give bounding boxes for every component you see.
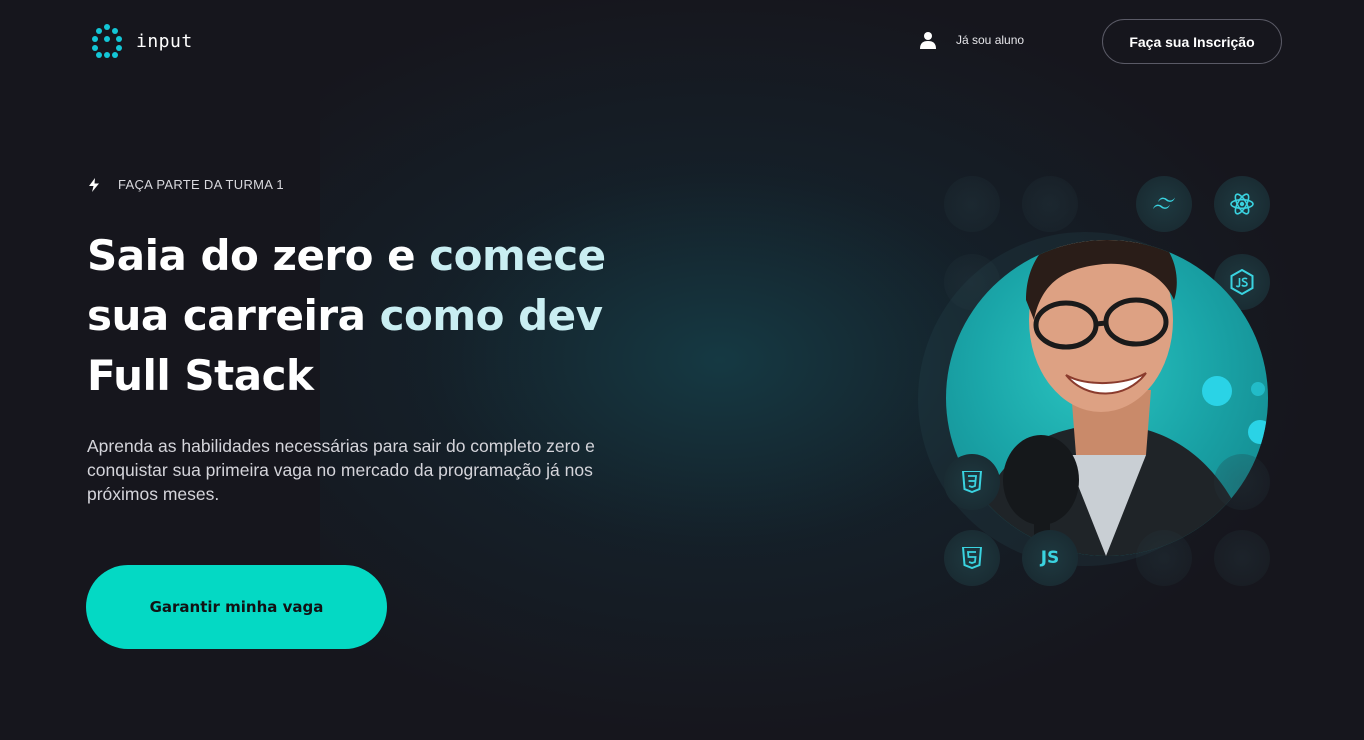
javascript-icon: JS <box>1040 548 1060 568</box>
headline-highlight: comece <box>429 231 606 280</box>
headline-part: Full Stack <box>87 351 314 400</box>
brand-name: input <box>136 30 193 52</box>
react-bubble <box>1214 176 1270 232</box>
decorative-bubble <box>1214 454 1270 510</box>
headline-part: Saia do zero e <box>87 231 430 280</box>
cta-button[interactable]: Garantir minha vaga <box>86 565 387 649</box>
signup-button[interactable]: Faça sua Inscrição <box>1102 19 1282 64</box>
decorative-dot <box>1251 382 1265 396</box>
hero-subtitle: Aprenda as habilidades necessárias para … <box>87 436 595 504</box>
html5-bubble <box>944 530 1000 586</box>
nodejs-icon <box>1230 269 1254 295</box>
decorative-bubble <box>1214 530 1270 586</box>
student-login-label: Já sou aluno <box>956 33 1025 47</box>
html5-icon <box>962 547 982 569</box>
user-icon <box>920 32 936 49</box>
react-icon <box>1230 193 1254 215</box>
hero-headline: Saia do zero e comece sua carreira como … <box>87 226 707 406</box>
instructor-photo <box>946 240 1268 556</box>
css3-bubble <box>944 454 1000 510</box>
dotted-circle-logo-icon <box>90 24 124 58</box>
tailwind-bubble <box>1136 176 1192 232</box>
eyebrow: FAÇA PARTE DA TURMA 1 <box>88 177 284 192</box>
javascript-bubble: JS <box>1022 530 1078 586</box>
decorative-bubble <box>1022 176 1078 232</box>
decorative-bubble <box>944 176 1000 232</box>
lightning-icon <box>89 177 99 192</box>
css3-icon <box>962 471 982 493</box>
decorative-dot <box>1202 376 1232 406</box>
brand-logo[interactable]: input <box>90 24 193 58</box>
headline-highlight: como dev <box>379 291 603 340</box>
decorative-bubble <box>1136 530 1192 586</box>
student-login-link[interactable]: Já sou aluno <box>920 31 1024 49</box>
tailwind-icon <box>1153 197 1175 209</box>
eyebrow-text: FAÇA PARTE DA TURMA 1 <box>118 177 284 192</box>
headline-part: sua carreira <box>87 291 380 340</box>
decorative-dot <box>1248 420 1268 444</box>
